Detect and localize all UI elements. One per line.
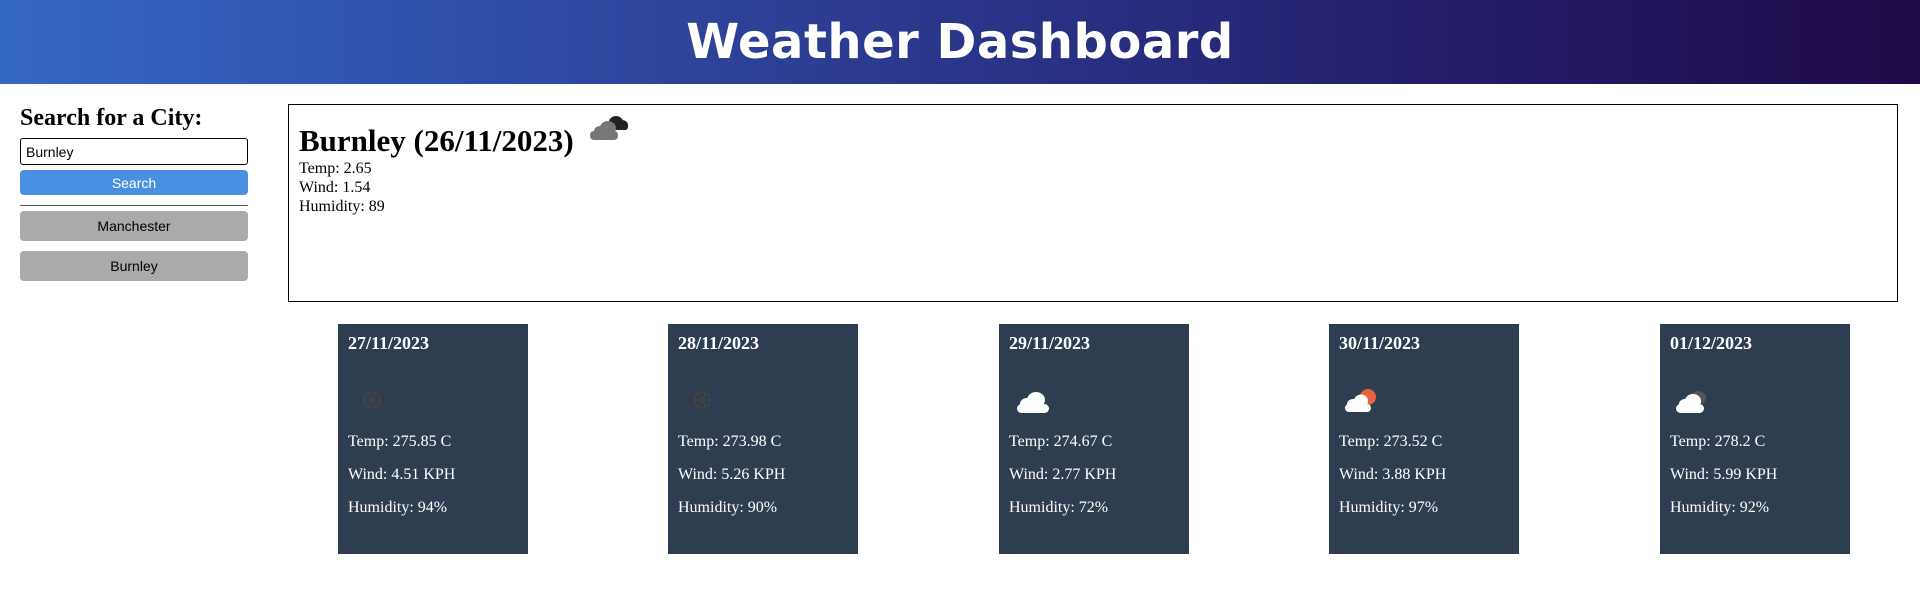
current-city-title: Burnley (26/11/2023) — [299, 123, 574, 158]
header: Weather Dashboard — [0, 0, 1920, 84]
cloud-icon — [1017, 392, 1049, 413]
forecast-date: 01/12/2023 — [1670, 333, 1753, 353]
forecast-card: 30/11/2023 Temp: 273.52 C Wind: 3.88 KPH… — [1329, 324, 1519, 554]
forecast-temp: Temp: 273.52 C — [1339, 433, 1443, 450]
current-temp: Temp: 2.65 — [299, 160, 372, 177]
forecast-wind: Wind: 2.77 KPH — [1009, 466, 1117, 483]
forecast-wind: Wind: 5.99 KPH — [1670, 466, 1778, 483]
forecast-temp: Temp: 273.98 C — [678, 433, 782, 450]
current-weather-panel: Burnley (26/11/2023) Temp: 2.65 Wind: 1.… — [288, 104, 1898, 302]
forecast-humidity: Humidity: 90% — [678, 499, 778, 516]
divider — [20, 205, 248, 206]
page-title: Weather Dashboard — [686, 14, 1234, 70]
forecast-temp: Temp: 278.2 C — [1670, 433, 1766, 450]
forecast-card: 01/12/2023 Temp: 278.2 C Wind: 5.99 KPH … — [1660, 324, 1850, 554]
forecast-humidity: Humidity: 97% — [1339, 499, 1439, 516]
forecast-card: 29/11/2023 Temp: 274.67 C Wind: 2.77 KPH… — [999, 324, 1189, 554]
search-input[interactable] — [20, 138, 248, 165]
forecast-temp: Temp: 275.85 C — [348, 433, 452, 450]
snow-icon — [363, 391, 381, 409]
sidebar: Search for a City: Search Manchester Bur… — [20, 104, 248, 291]
current-wind: Wind: 1.54 — [299, 179, 371, 196]
forecast-card: 28/11/2023 Temp: 273.98 C Wind: 5.26 KPH… — [668, 324, 858, 554]
forecast-date: 30/11/2023 — [1339, 333, 1421, 353]
night-cloud-icon — [1676, 391, 1706, 413]
forecast-card: 27/11/2023 Temp: 275.85 C Wind: 4.51 KPH… — [338, 324, 528, 554]
forecast-temp: Temp: 274.67 C — [1009, 433, 1113, 450]
history-button-burnley[interactable]: Burnley — [20, 251, 248, 281]
search-heading: Search for a City: — [20, 105, 203, 131]
forecast-date: 29/11/2023 — [1009, 333, 1091, 353]
broken-clouds-icon — [589, 116, 628, 140]
sun-cloud-icon — [1345, 389, 1376, 412]
forecast-humidity: Humidity: 94% — [348, 499, 448, 516]
forecast-date: 28/11/2023 — [678, 333, 760, 353]
forecast-date: 27/11/2023 — [348, 333, 430, 353]
forecast-humidity: Humidity: 72% — [1009, 499, 1109, 516]
forecast-wind: Wind: 3.88 KPH — [1339, 466, 1447, 483]
history-button-manchester[interactable]: Manchester — [20, 211, 248, 241]
forecast-wind: Wind: 4.51 KPH — [348, 466, 456, 483]
snow-icon — [693, 391, 711, 409]
forecast-wind: Wind: 5.26 KPH — [678, 466, 786, 483]
current-humidity: Humidity: 89 — [299, 198, 385, 215]
forecast-humidity: Humidity: 92% — [1670, 499, 1770, 516]
search-button[interactable]: Search — [20, 170, 248, 195]
